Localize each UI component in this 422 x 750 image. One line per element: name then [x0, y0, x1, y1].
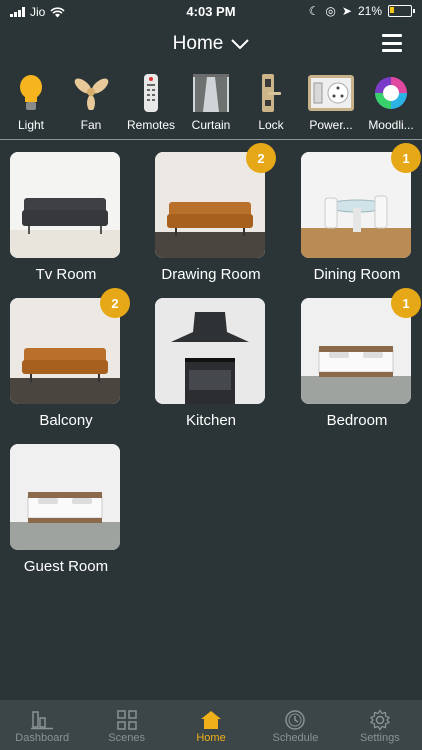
nav-label: Dashboard	[15, 732, 70, 744]
category-label: Remotes	[126, 118, 176, 132]
divider	[0, 139, 422, 140]
moon-icon: ☾	[308, 4, 320, 18]
category-label: Light	[17, 118, 45, 132]
page-title: Home	[172, 33, 224, 54]
remote-icon	[144, 74, 158, 112]
category-power[interactable]: Power...	[302, 72, 360, 136]
battery-icon	[388, 5, 415, 17]
clock-icon	[285, 710, 306, 730]
room-image	[155, 298, 265, 404]
nav-label: Settings	[359, 732, 400, 744]
category-remotes[interactable]: Remotes	[122, 72, 180, 136]
nav-settings[interactable]: Settings	[338, 700, 422, 750]
room-name: Balcony	[39, 412, 93, 429]
status-right: ☾ ◎ ➤ 21%	[308, 4, 415, 18]
room-card-balcony[interactable]: Balcony	[10, 298, 122, 429]
header: Home	[0, 30, 422, 60]
nav-label: Home	[196, 732, 226, 744]
power-socket-icon	[308, 75, 354, 111]
menu-icon[interactable]	[382, 34, 402, 52]
gear-icon	[369, 709, 390, 731]
device-count-badge: 2	[100, 288, 130, 318]
room-card-kitchen[interactable]: Kitchen	[155, 298, 267, 429]
room-name: Tv Room	[35, 266, 97, 283]
room-name: Drawing Room	[161, 266, 261, 283]
room-image	[155, 152, 265, 258]
nav-schedule[interactable]: Schedule	[253, 700, 337, 750]
home-selector[interactable]: Home	[0, 33, 422, 55]
room-card-drawing-room[interactable]: Drawing Room	[155, 152, 267, 283]
category-moodlight[interactable]: Moodli...	[362, 72, 420, 136]
category-bar: Light Fan Remotes Curtain Lock Power... …	[0, 72, 422, 136]
nav-home[interactable]: Home	[169, 700, 253, 750]
room-name: Dining Room	[313, 266, 401, 283]
category-light[interactable]: Light	[2, 72, 60, 136]
lock-icon	[262, 74, 281, 112]
bulb-icon	[20, 75, 42, 110]
room-image	[10, 152, 120, 258]
curtain-icon	[193, 74, 229, 112]
home-icon	[201, 711, 222, 729]
room-card-tv-room[interactable]: Tv Room	[10, 152, 122, 283]
room-card-dining-room[interactable]: Dining Room	[301, 152, 413, 283]
location-icon: ➤	[341, 4, 352, 18]
device-count-badge: 2	[246, 143, 276, 173]
nav-label: Scenes	[108, 732, 145, 744]
room-name: Guest Room	[23, 558, 109, 575]
room-image	[10, 298, 120, 404]
nav-dashboard[interactable]: Dashboard	[0, 700, 84, 750]
mood-light-icon	[375, 77, 407, 109]
battery-percent: 21%	[357, 4, 382, 18]
category-lock[interactable]: Lock	[242, 72, 300, 136]
nav-scenes[interactable]: Scenes	[84, 700, 168, 750]
category-label: Fan	[80, 118, 102, 132]
room-name: Bedroom	[326, 412, 388, 429]
bottom-nav: Dashboard Scenes Home Schedule Settings	[0, 700, 422, 750]
device-count-badge: 1	[391, 288, 421, 318]
category-label: Power...	[309, 118, 353, 132]
room-image	[10, 444, 120, 550]
room-name: Kitchen	[185, 412, 237, 429]
category-label: Curtain	[191, 118, 231, 132]
category-label: Moodli...	[368, 118, 414, 132]
category-curtain[interactable]: Curtain	[182, 72, 240, 136]
room-image	[301, 298, 411, 404]
dashboard-icon	[31, 711, 54, 730]
room-card-bedroom[interactable]: Bedroom	[301, 298, 413, 429]
fan-icon	[74, 78, 109, 110]
device-count-badge: 1	[391, 143, 421, 173]
nav-label: Schedule	[272, 732, 319, 744]
chevron-down-icon	[231, 39, 250, 49]
scenes-icon	[116, 710, 137, 730]
category-fan[interactable]: Fan	[62, 72, 120, 136]
category-label: Lock	[258, 118, 284, 132]
status-bar: Jio 4:03 PM ☾ ◎ ➤ 21%	[0, 0, 422, 24]
room-card-guest-room[interactable]: Guest Room	[10, 444, 122, 575]
lock-rotation-icon: ◎	[325, 4, 336, 18]
